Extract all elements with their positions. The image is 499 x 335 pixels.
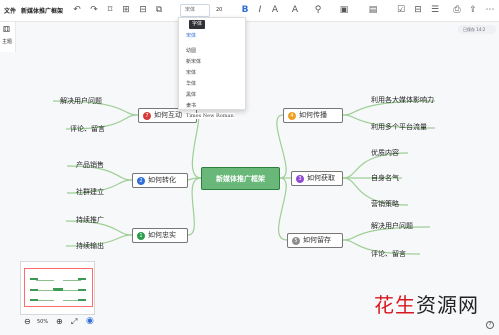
branch-conversion[interactable]: 2 如何转化	[132, 173, 188, 188]
priority-badge: 1	[137, 232, 145, 240]
zoom-level[interactable]: 50%	[37, 319, 48, 325]
minimap-branch	[36, 280, 54, 281]
minimap-node	[30, 299, 38, 301]
zoom-out-icon[interactable]: ⊖	[24, 317, 31, 326]
priority-badge: 2	[137, 177, 145, 185]
fit-screen-icon[interactable]: ⤢	[71, 317, 77, 327]
minimap[interactable]	[20, 261, 95, 315]
branch-label: 如何转化	[148, 176, 176, 184]
font-option[interactable]: 宋体	[186, 69, 196, 76]
font-option[interactable]: 新宋体	[186, 58, 201, 65]
minimap-center-node	[53, 288, 63, 291]
zoom-in-icon[interactable]: ⊕	[56, 317, 63, 326]
minimap-branch	[63, 280, 81, 281]
font-option[interactable]: 宋体	[186, 32, 196, 39]
branch-label: 如何留存	[303, 236, 331, 244]
view-icon[interactable]: ◉	[86, 316, 94, 326]
font-family-dropdown: 字体 宋体 幼圆 新宋体 宋体 华体 黑体 隶书 Times New Roman	[178, 17, 246, 119]
priority-badge: 3	[296, 175, 304, 183]
priority-badge: 4	[288, 112, 296, 120]
minimap-node	[78, 289, 86, 291]
minimap-node	[78, 278, 86, 280]
branch-retention[interactable]: 5 如何留存	[287, 233, 343, 248]
subtopic[interactable]: 解决用户问题	[371, 221, 413, 231]
font-tooltip: 字体	[189, 20, 206, 29]
font-option[interactable]: 华体	[186, 80, 196, 87]
zoom-controls: ⊖ 50% ⊕ ⤢ ◉	[22, 316, 102, 327]
branch-label: 如何忠实	[148, 231, 176, 239]
priority-badge: 7	[143, 112, 151, 120]
watermark-char: 生	[395, 293, 416, 317]
minimap-node	[30, 289, 38, 291]
branch-loyalty[interactable]: 1 如何忠实	[132, 228, 188, 243]
font-option[interactable]: 幼圆	[186, 47, 196, 54]
watermark-char: 网	[458, 293, 479, 317]
font-option[interactable]: 隶书	[186, 102, 196, 109]
minimap-branch	[36, 300, 54, 301]
priority-badge: 5	[292, 237, 300, 245]
subtopic[interactable]: 利用多个平台流量	[371, 122, 427, 132]
subtopic[interactable]: 持续推广	[76, 215, 104, 225]
font-option[interactable]: 黑体	[186, 91, 196, 98]
watermark: 花生资源网	[374, 289, 499, 323]
subtopic[interactable]: 评论、留言	[371, 249, 406, 259]
branch-label: 如何获取	[307, 174, 335, 182]
subtopic[interactable]: 利用各大媒体影响力	[371, 95, 434, 105]
minimap-branch	[36, 290, 54, 291]
help-icon[interactable]: ?	[486, 321, 494, 329]
subtopic[interactable]: 持续输出	[76, 241, 104, 251]
subtopic[interactable]: 营销策略	[371, 199, 399, 209]
branch-acquisition[interactable]: 3 如何获取	[291, 171, 343, 186]
subtopic[interactable]: 社群建立	[76, 187, 104, 197]
subtopic[interactable]: 评论、留言	[70, 124, 105, 134]
font-option[interactable]: Times New Roman	[186, 113, 234, 119]
minimap-node	[30, 278, 38, 280]
subtopic[interactable]: 自身名气	[371, 173, 399, 183]
watermark-char: 资	[416, 293, 437, 317]
subtopic[interactable]: 产品销售	[76, 160, 104, 170]
branch-label: 如何互动	[154, 111, 182, 119]
central-topic[interactable]: 新媒体推广框架	[201, 167, 280, 190]
branch-label: 如何传播	[299, 111, 327, 119]
subtopic[interactable]: 优质内容	[371, 148, 399, 158]
watermark-char: 花	[374, 293, 395, 317]
branch-spread[interactable]: 4 如何传播	[283, 108, 343, 123]
minimap-node	[78, 299, 86, 301]
subtopic[interactable]: 解决用户问题	[60, 96, 102, 106]
watermark-char: 源	[437, 293, 458, 317]
